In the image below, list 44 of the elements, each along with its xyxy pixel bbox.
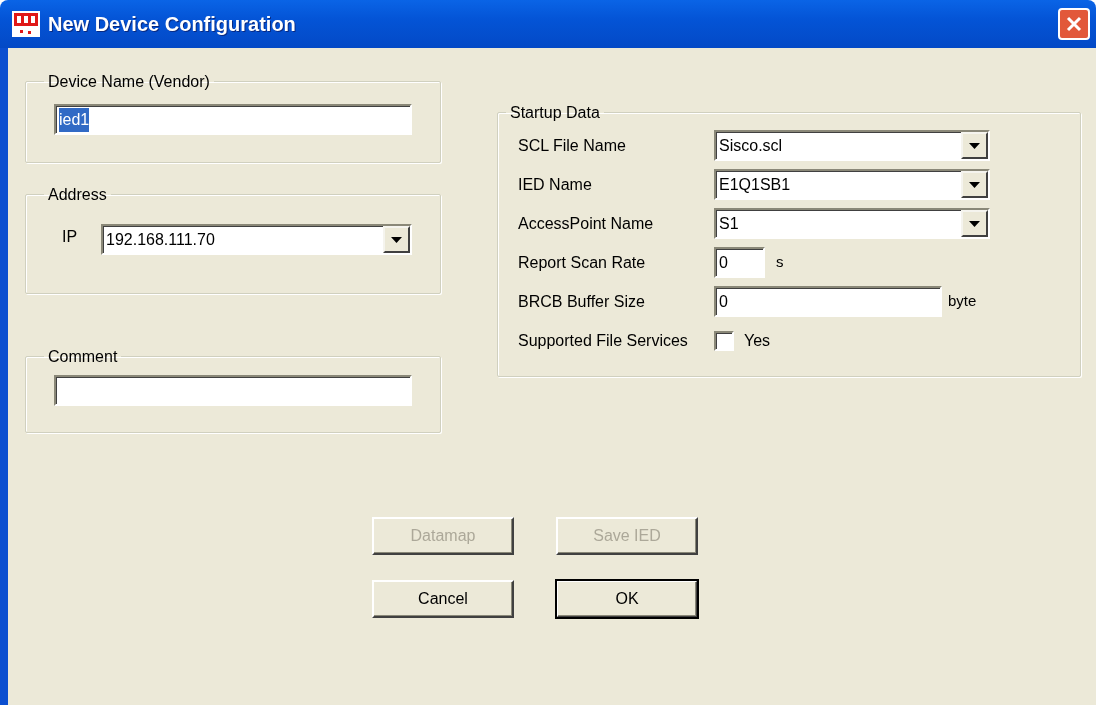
unit-label: s — [776, 252, 784, 273]
close-icon — [1066, 16, 1082, 32]
field-value: ied1 — [59, 107, 90, 132]
dropdown-button[interactable] — [383, 226, 410, 254]
caret-icon — [969, 142, 980, 149]
dropdown-button[interactable] — [961, 132, 988, 160]
field-value: 0 — [719, 291, 728, 312]
text-field[interactable]: 0 — [714, 247, 765, 279]
field-label: BRCB Buffer Size — [517, 291, 646, 312]
text-field[interactable]: ied1 — [54, 104, 412, 136]
checkbox[interactable] — [714, 330, 734, 351]
field-value: 0 — [719, 252, 728, 273]
field-value: Sisco.scl — [719, 135, 783, 156]
field-value: E1Q1SB1 — [719, 174, 791, 195]
caret-icon — [969, 220, 980, 227]
combo-box[interactable]: 192.168.111.70 — [101, 224, 412, 256]
caret-icon — [391, 236, 402, 243]
window-title: New Device Configuration — [48, 12, 296, 37]
caret-icon — [969, 181, 980, 188]
group-label: Comment — [47, 347, 119, 367]
text-field[interactable] — [54, 375, 412, 407]
field-value: 192.168.111.70 — [106, 229, 215, 250]
text-field[interactable]: 0 — [714, 286, 942, 318]
combo-box[interactable]: Sisco.scl — [714, 130, 990, 162]
dialog-button[interactable]: Cancel — [372, 580, 514, 618]
unit-label: byte — [948, 291, 977, 312]
field-label: IP — [62, 226, 79, 247]
close-button[interactable] — [1058, 8, 1090, 40]
group-label: Device Name (Vendor) — [47, 72, 211, 92]
field-label: SCL File Name — [517, 135, 627, 156]
combo-box[interactable]: S1 — [714, 208, 990, 240]
field-label: AccessPoint Name — [517, 213, 655, 234]
field-label: Report Scan Rate — [517, 252, 647, 273]
field-label: Supported File Services — [517, 330, 689, 351]
checkbox-label: Yes — [744, 330, 771, 351]
dialog-button[interactable]: OK — [556, 580, 698, 618]
dropdown-button[interactable] — [961, 210, 988, 238]
app-icon — [12, 11, 40, 37]
field-label: IED Name — [517, 174, 593, 195]
dropdown-button[interactable] — [961, 171, 988, 199]
combo-box[interactable]: E1Q1SB1 — [714, 169, 990, 201]
group-label: Address — [47, 185, 108, 205]
field-value: S1 — [719, 213, 739, 234]
group-label: Startup Data — [509, 103, 601, 123]
